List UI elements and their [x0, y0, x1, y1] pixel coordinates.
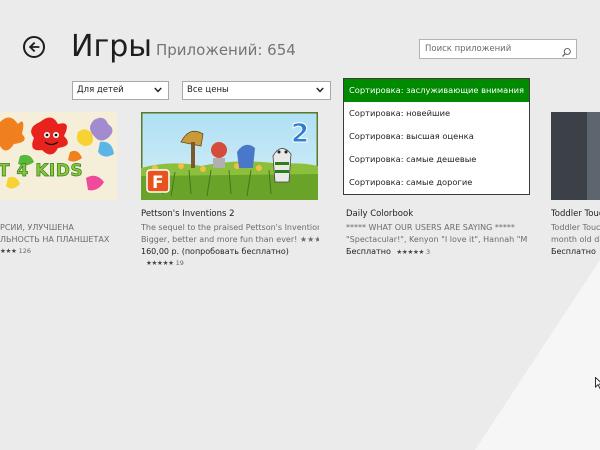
price-filter-value: Все цены — [187, 85, 229, 95]
search-input[interactable] — [420, 40, 558, 58]
app-description-line: ЛЬНОСТЬ НА ПЛАНШЕТАХ — [0, 235, 110, 244]
pettsons-inventions-artwork: 2 F — [141, 112, 318, 200]
cat-character — [272, 148, 292, 183]
page-title: Игры — [71, 29, 152, 64]
publisher-logo: F — [152, 173, 164, 193]
app-rating: ★★★★★ 19 — [146, 259, 184, 267]
search-box[interactable] — [419, 39, 577, 59]
app-description-line: The sequel to the praised Pettson's Inve… — [141, 223, 319, 232]
rating-stars: ★★★★★ — [396, 248, 425, 256]
app-tile-toddler-touch[interactable] — [551, 112, 600, 200]
audience-filter-dropdown[interactable]: Для детей — [72, 81, 169, 100]
sort-menu[interactable]: Сортировка: заслуживающие внимания Сорти… — [343, 78, 530, 195]
toddler-touch-artwork — [551, 112, 600, 200]
app-price: Бесплатно ★★★★★ 3 — [346, 246, 430, 258]
price-filter-dropdown[interactable]: Все цены — [182, 81, 331, 100]
rating-stars: ★★★★★ — [146, 259, 174, 267]
app-price-value: Бесплатно — [346, 247, 391, 256]
app-description-line: month old da — [551, 235, 600, 244]
paint-4-kids-tile-text: T 4 KIDS — [0, 161, 83, 181]
sort-option-newest[interactable]: Сортировка: новейшие — [344, 102, 529, 125]
app-price-value: Бесплатно — [551, 247, 596, 256]
app-title[interactable]: Pettson's Inventions 2 — [141, 209, 235, 220]
chevron-down-icon — [154, 87, 162, 93]
mouse-cursor-icon — [595, 377, 600, 389]
app-price: 160,00 р. (попробовать бесплатно) — [141, 247, 289, 256]
paint-4-kids-artwork: T 4 KIDS — [0, 112, 117, 200]
app-price: Бесплатно ★★★★★ — [551, 246, 600, 258]
app-rating: ★★★★★ 3 — [396, 248, 430, 256]
app-description-line: ***** WHAT OUR USERS ARE SAYING ***** — [346, 223, 515, 232]
app-description-line: "Spectacular!", Kenyon "I love it", Hann… — [346, 235, 528, 244]
app-title[interactable]: Daily Colorbook — [346, 209, 413, 220]
app-tile-paint-4-kids[interactable]: T 4 KIDS — [0, 112, 117, 200]
chevron-down-icon — [316, 87, 324, 93]
sort-option-cheapest[interactable]: Сортировка: самые дешевые — [344, 148, 529, 171]
search-icon[interactable] — [561, 43, 572, 57]
app-description-line: Bigger, better and more fun than ever! ★… — [141, 235, 319, 244]
rating-count: 126 — [18, 247, 32, 255]
app-tile-pettsons-inventions-2[interactable]: 2 F — [141, 112, 318, 200]
app-description-line: Toddler Touc — [551, 223, 600, 232]
app-count: Приложений: 654 — [156, 41, 296, 59]
sequel-number-badge: 2 — [291, 119, 309, 149]
app-rating: ★★★ 126 — [0, 247, 31, 255]
sort-option-featured[interactable]: Сортировка: заслуживающие внимания — [344, 79, 529, 102]
audience-filter-value: Для детей — [77, 85, 124, 95]
sort-option-highest-rated[interactable]: Сортировка: высшая оценка — [344, 125, 529, 148]
back-button[interactable] — [23, 36, 45, 58]
app-description-line: РСИИ, УЛУЧШЕНА — [0, 223, 74, 232]
rating-count: 3 — [426, 248, 431, 256]
arrow-left-icon — [28, 41, 40, 53]
rating-count: 19 — [175, 259, 184, 267]
sort-option-most-expensive[interactable]: Сортировка: самые дорогие — [344, 171, 529, 194]
app-title[interactable]: Toddler Touc — [551, 209, 600, 220]
rating-stars: ★★★ — [0, 247, 17, 255]
